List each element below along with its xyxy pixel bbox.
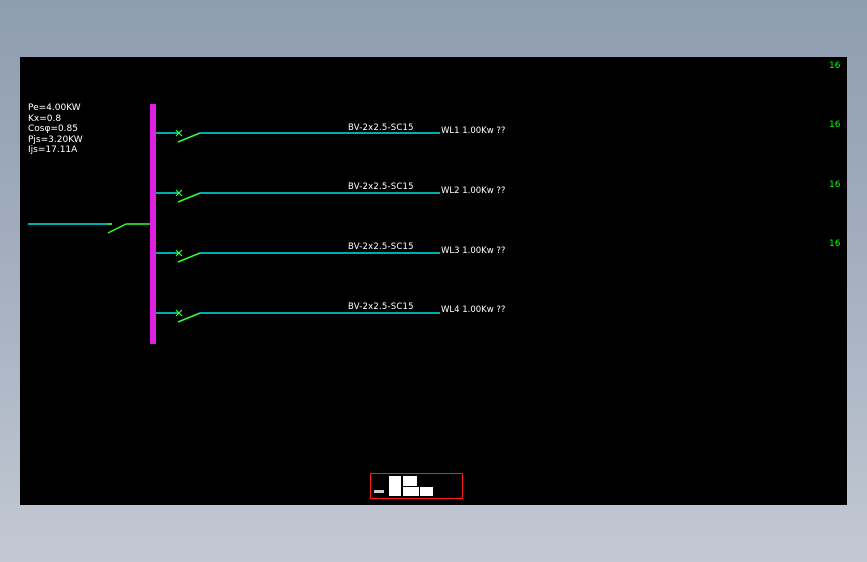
panel-parameters: Pe=4.00KW Kx=0.8 Cosφ=0.85 Pjs=3.20KW Ij… xyxy=(28,103,83,156)
title-block-logo xyxy=(374,490,384,493)
drawing-canvas: Pe=4.00KW Kx=0.8 Cosφ=0.85 Pjs=3.20KW Ij… xyxy=(20,57,847,505)
title-block-cell xyxy=(403,487,419,496)
right-number-4: 16 xyxy=(829,239,841,249)
busbar xyxy=(150,104,156,344)
circuit-1-cable: BV-2x2.5-SC15 xyxy=(348,123,414,133)
param-pjs: Pjs=3.20KW xyxy=(28,134,83,145)
title-block-cell xyxy=(403,476,417,486)
circuit-1-label: WL1 1.00Kw ?? xyxy=(441,126,506,136)
circuit-4-switch-blade xyxy=(177,312,201,323)
param-kx: Kx=0.8 xyxy=(28,113,62,124)
circuit-4-cable: BV-2x2.5-SC15 xyxy=(348,302,414,312)
param-cos: Cosφ=0.85 xyxy=(28,124,78,134)
param-pe: Pe=4.00KW xyxy=(28,103,81,113)
single-line-diagram xyxy=(28,104,440,344)
right-number-3: 16 xyxy=(829,180,841,190)
title-block[interactable] xyxy=(370,473,463,499)
param-ijs: Ijs=17.11A xyxy=(28,145,78,155)
incoming-switch-blade xyxy=(107,223,127,234)
circuit-3-switch-blade xyxy=(177,252,201,263)
right-number-2: 16 xyxy=(829,120,841,130)
circuit-2-switch-blade xyxy=(177,192,201,203)
circuit-2-cable: BV-2x2.5-SC15 xyxy=(348,182,414,192)
circuit-3-cable: BV-2x2.5-SC15 xyxy=(348,242,414,252)
circuit-4-label: WL4 1.00Kw ?? xyxy=(441,305,506,315)
circuit-2-label: WL2 1.00Kw ?? xyxy=(441,186,506,196)
circuit-1-switch-blade xyxy=(177,132,201,143)
circuit-3-label: WL3 1.00Kw ?? xyxy=(441,246,506,256)
title-block-cell xyxy=(420,487,433,496)
title-block-cell xyxy=(389,476,401,496)
right-number-1: 16 xyxy=(829,61,841,71)
